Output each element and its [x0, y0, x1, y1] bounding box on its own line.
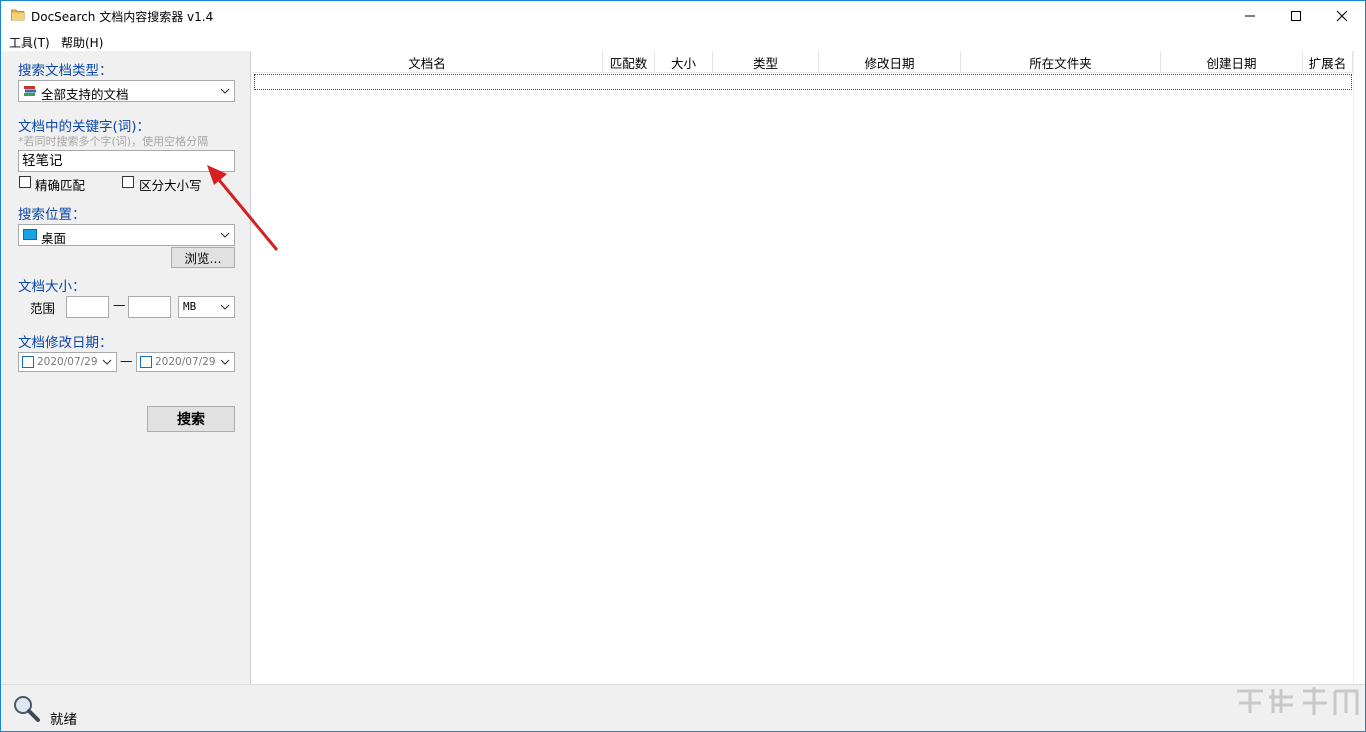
focus-rectangle — [254, 74, 1352, 90]
vertical-scrollbar[interactable] — [1353, 51, 1365, 684]
search-button[interactable]: 搜索 — [147, 406, 235, 432]
size-max-input[interactable] — [128, 296, 171, 318]
column-header-size[interactable]: 大小 — [655, 51, 713, 73]
chevron-down-icon — [101, 356, 113, 368]
modified-to-checkbox[interactable] — [140, 356, 152, 368]
modified-separator: — — [120, 353, 133, 368]
modified-label: 文档修改日期： — [18, 331, 113, 351]
case-sensitive-checkbox[interactable] — [122, 176, 134, 188]
search-panel: 搜索文档类型： 全部支持的文档 文档中的关键字(词)： *若同时搜索多个字(词)… — [1, 51, 251, 684]
close-button[interactable] — [1319, 1, 1365, 31]
exact-match-label: 精确匹配 — [35, 175, 85, 194]
title-bar[interactable]: DocSearch 文档内容搜索器 v1.4 — [1, 1, 1365, 31]
app-window: DocSearch 文档内容搜索器 v1.4 工具(T) 帮助(H) 搜索文档类… — [0, 0, 1366, 732]
location-label: 搜索位置： — [18, 203, 86, 223]
magnifier-icon — [11, 693, 41, 723]
column-header-name[interactable]: 文档名 — [252, 51, 603, 73]
location-value: 桌面 — [41, 228, 66, 247]
keywords-label: 文档中的关键字(词)： — [18, 115, 150, 135]
column-header-type[interactable]: 类型 — [713, 51, 819, 73]
minimize-icon — [1244, 10, 1256, 22]
size-label: 文档大小： — [18, 275, 86, 295]
exact-match-checkbox[interactable] — [19, 176, 31, 188]
watermark-logo — [1229, 683, 1365, 731]
size-unit-value: MB — [183, 300, 196, 313]
results-header: 文档名 匹配数 大小 类型 修改日期 所在文件夹 创建日期 扩展名 — [252, 51, 1353, 73]
menu-help[interactable]: 帮助(H) — [61, 34, 103, 51]
column-header-matches[interactable]: 匹配数 — [603, 51, 655, 73]
column-header-folder[interactable]: 所在文件夹 — [961, 51, 1161, 73]
size-range-label: 范围 — [30, 298, 55, 317]
menu-tools[interactable]: 工具(T) — [9, 34, 50, 51]
menu-bar: 工具(T) 帮助(H) — [1, 31, 1365, 51]
chevron-down-icon — [219, 301, 231, 313]
doc-type-select[interactable]: 全部支持的文档 — [18, 80, 235, 102]
books-icon — [23, 84, 37, 98]
maximize-button[interactable] — [1273, 1, 1319, 31]
annotation-arrow — [201, 161, 281, 253]
close-icon — [1336, 10, 1348, 22]
minimize-button[interactable] — [1227, 1, 1273, 31]
folder-icon — [11, 9, 25, 21]
chevron-down-icon — [219, 356, 231, 368]
doc-type-label: 搜索文档类型： — [18, 59, 113, 79]
doc-type-value: 全部支持的文档 — [41, 84, 129, 103]
chevron-down-icon — [219, 85, 231, 97]
case-sensitive-label: 区分大小写 — [139, 175, 202, 194]
status-text: 就绪 — [50, 708, 77, 728]
modified-to-picker[interactable]: 2020/07/29 — [136, 352, 235, 372]
modified-to-value: 2020/07/29 — [155, 356, 216, 368]
column-header-extension[interactable]: 扩展名 — [1303, 51, 1353, 73]
size-separator: — — [113, 297, 126, 312]
desktop-icon — [23, 229, 37, 241]
modified-from-checkbox[interactable] — [22, 356, 34, 368]
window-title: DocSearch 文档内容搜索器 v1.4 — [31, 8, 213, 25]
maximize-icon — [1290, 10, 1302, 22]
column-header-modified[interactable]: 修改日期 — [819, 51, 961, 73]
status-bar: 就绪 — [1, 684, 1365, 731]
column-header-created[interactable]: 创建日期 — [1161, 51, 1303, 73]
size-min-input[interactable] — [66, 296, 109, 318]
results-list[interactable]: 文档名 匹配数 大小 类型 修改日期 所在文件夹 创建日期 扩展名 — [252, 51, 1353, 684]
modified-from-picker[interactable]: 2020/07/29 — [18, 352, 117, 372]
modified-from-value: 2020/07/29 — [37, 356, 98, 368]
size-unit-select[interactable]: MB — [178, 296, 235, 318]
keywords-hint: *若同时搜索多个字(词)，使用空格分隔 — [18, 133, 208, 149]
